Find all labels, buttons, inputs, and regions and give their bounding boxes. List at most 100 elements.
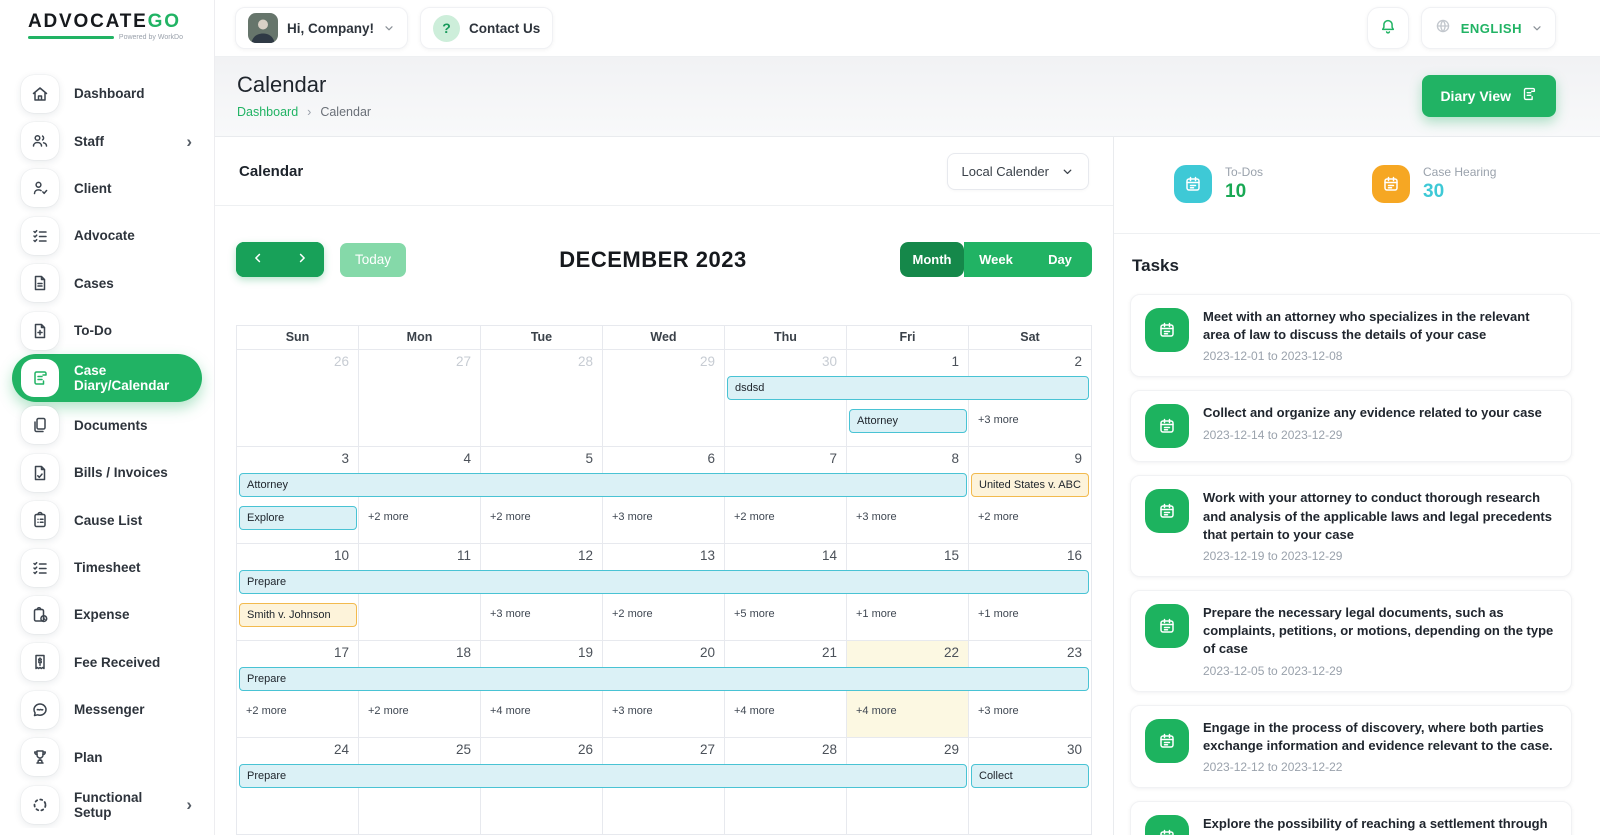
chevron-left-icon [251, 251, 265, 268]
calendar-event[interactable]: United States v. ABC [971, 473, 1089, 497]
task-card[interactable]: Work with your attorney to conduct thoro… [1130, 475, 1572, 577]
sidebar-item-advocate[interactable]: Advocate [12, 212, 202, 259]
sidebar-item-dashboard[interactable]: Dashboard [12, 70, 202, 117]
task-title: Explore the possibility of reaching a se… [1203, 815, 1557, 835]
more-events-link[interactable]: +3 more [847, 506, 969, 528]
more-events-link[interactable]: +2 more [969, 506, 1091, 528]
task-card[interactable]: Explore the possibility of reaching a se… [1130, 801, 1572, 835]
sidebar-item-cause-list[interactable]: Cause List [12, 497, 202, 544]
more-events-link[interactable]: +2 more [359, 506, 481, 528]
view-month-button[interactable]: Month [900, 242, 964, 277]
day-header-thu: Thu [725, 326, 847, 350]
calendar-event[interactable]: Attorney [239, 473, 967, 497]
tasks-section: Tasks Meet with an attorney who speciali… [1114, 234, 1600, 835]
todos-label: To-Dos [1225, 165, 1263, 179]
more-events-link[interactable]: +3 more [969, 700, 1091, 722]
day-cell[interactable]: 26 [237, 350, 359, 446]
sidebar-item-client[interactable]: Client [12, 165, 202, 212]
more-events-link[interactable]: +3 more [603, 506, 725, 528]
home-icon [21, 75, 59, 113]
more-events-link[interactable]: +1 more [847, 603, 969, 625]
app-root: ADVOCATEGO Powered by WorkDo Dashboard St… [0, 0, 1600, 835]
expense-icon [21, 596, 59, 634]
day-cell[interactable]: 27 [359, 350, 481, 446]
more-events-link[interactable]: +3 more [481, 603, 603, 625]
sidebar-item-to-do[interactable]: To-Do [12, 307, 202, 354]
more-events-link[interactable]: +2 more [481, 506, 603, 528]
task-card[interactable]: Collect and organize any evidence relate… [1130, 390, 1572, 462]
calendar-week-row: 17181920212223Prepare+2 more+2 more+4 mo… [237, 641, 1091, 738]
sidebar-item-fee-received[interactable]: Fee Received [12, 639, 202, 686]
more-events-link[interactable]: +3 more [603, 700, 725, 722]
todos-stat: To-Dos 10 [1174, 165, 1372, 203]
sidebar-item-plan[interactable]: Plan [12, 733, 202, 780]
chevron-down-icon [1531, 22, 1543, 34]
more-events-link[interactable]: +2 more [725, 506, 847, 528]
calendar-event[interactable]: dsdsd [727, 376, 1089, 400]
view-switcher: MonthWeekDay [900, 242, 1092, 277]
calendar-event[interactable]: Prepare [239, 667, 1089, 691]
breadcrumb: Dashboard › Calendar [237, 105, 371, 119]
sidebar-item-messenger[interactable]: Messenger [12, 686, 202, 733]
calendar-week-row: 24252627282930PrepareCollect [237, 738, 1091, 835]
client-icon [21, 169, 59, 207]
page-header: Calendar Dashboard › Calendar Diary View [215, 57, 1600, 137]
sidebar-item-bills-invoices[interactable]: Bills / Invoices [12, 449, 202, 496]
task-card[interactable]: Meet with an attorney who specializes in… [1130, 294, 1572, 377]
todos-calendar-icon [1174, 165, 1212, 203]
more-events-link[interactable]: +4 more [847, 700, 969, 722]
sidebar-item-label: Staff [74, 134, 104, 149]
day-header-sat: Sat [969, 326, 1091, 350]
notifications-button[interactable] [1367, 7, 1409, 49]
sidebar-item-functional-setup[interactable]: Functional Setup› [12, 781, 202, 828]
breadcrumb-dashboard-link[interactable]: Dashboard [237, 105, 298, 119]
diary-view-button[interactable]: Diary View [1422, 75, 1556, 117]
diary-icon [21, 359, 59, 397]
language-selector[interactable]: ENGLISH [1421, 7, 1556, 49]
sidebar-item-cases[interactable]: Cases [12, 260, 202, 307]
task-date-range: 2023-12-01 to 2023-12-08 [1203, 349, 1557, 363]
account-menu[interactable]: Hi, Company! [235, 7, 408, 49]
more-events-link[interactable]: +1 more [969, 603, 1091, 625]
day-cell[interactable]: 29 [603, 350, 725, 446]
sidebar-item-label: Dashboard [74, 86, 145, 101]
todos-count: 10 [1225, 181, 1263, 203]
sidebar-item-documents[interactable]: Documents [12, 402, 202, 449]
sidebar-item-staff[interactable]: Staff› [12, 117, 202, 164]
more-events-link[interactable]: +4 more [725, 700, 847, 722]
calendar-event[interactable]: Attorney [849, 409, 967, 433]
more-events-link[interactable]: +2 more [359, 700, 481, 722]
more-events-link[interactable]: +5 more [725, 603, 847, 625]
tasks-list: Meet with an attorney who specializes in… [1130, 294, 1572, 835]
sidebar-nav: DashboardStaff›ClientAdvocateCasesTo-DoC… [0, 57, 214, 828]
view-week-button[interactable]: Week [964, 242, 1028, 277]
calendar-week-row: 262728293012dsdsdAttorney+3 more [237, 350, 1091, 447]
chevron-right-icon [295, 251, 309, 268]
task-card[interactable]: Engage in the process of discovery, wher… [1130, 705, 1572, 788]
contact-us-label: Contact Us [469, 21, 540, 36]
brand-logo[interactable]: ADVOCATEGO Powered by WorkDo [0, 0, 214, 57]
sidebar-item-expense[interactable]: Expense [12, 591, 202, 638]
calendar-source-select[interactable]: Local Calender [947, 153, 1089, 190]
next-month-button[interactable] [280, 242, 324, 277]
prev-month-button[interactable] [236, 242, 280, 277]
more-events-link[interactable]: +3 more [969, 409, 1091, 431]
contact-us-button[interactable]: ? Contact Us [420, 7, 553, 49]
chevron-right-icon: › [186, 796, 192, 813]
more-events-link[interactable]: +4 more [481, 700, 603, 722]
sidebar-item-case-diary-calendar[interactable]: Case Diary/Calendar [12, 354, 202, 401]
day-cell[interactable]: 28 [481, 350, 603, 446]
more-events-link[interactable]: +2 more [237, 700, 359, 722]
sidebar-item-timesheet[interactable]: Timesheet [12, 544, 202, 591]
task-card[interactable]: Prepare the necessary legal documents, s… [1130, 590, 1572, 692]
calendar-event[interactable]: Collect [971, 764, 1089, 788]
calendar-event[interactable]: Prepare [239, 570, 1089, 594]
today-button[interactable]: Today [340, 243, 406, 277]
view-day-button[interactable]: Day [1028, 242, 1092, 277]
calendar-event[interactable]: Prepare [239, 764, 967, 788]
scroll-icon [1520, 85, 1538, 106]
calendar-event[interactable]: Explore [239, 506, 357, 530]
more-events-link[interactable]: +2 more [603, 603, 725, 625]
cause-icon [21, 501, 59, 539]
calendar-event[interactable]: Smith v. Johnson [239, 603, 357, 627]
